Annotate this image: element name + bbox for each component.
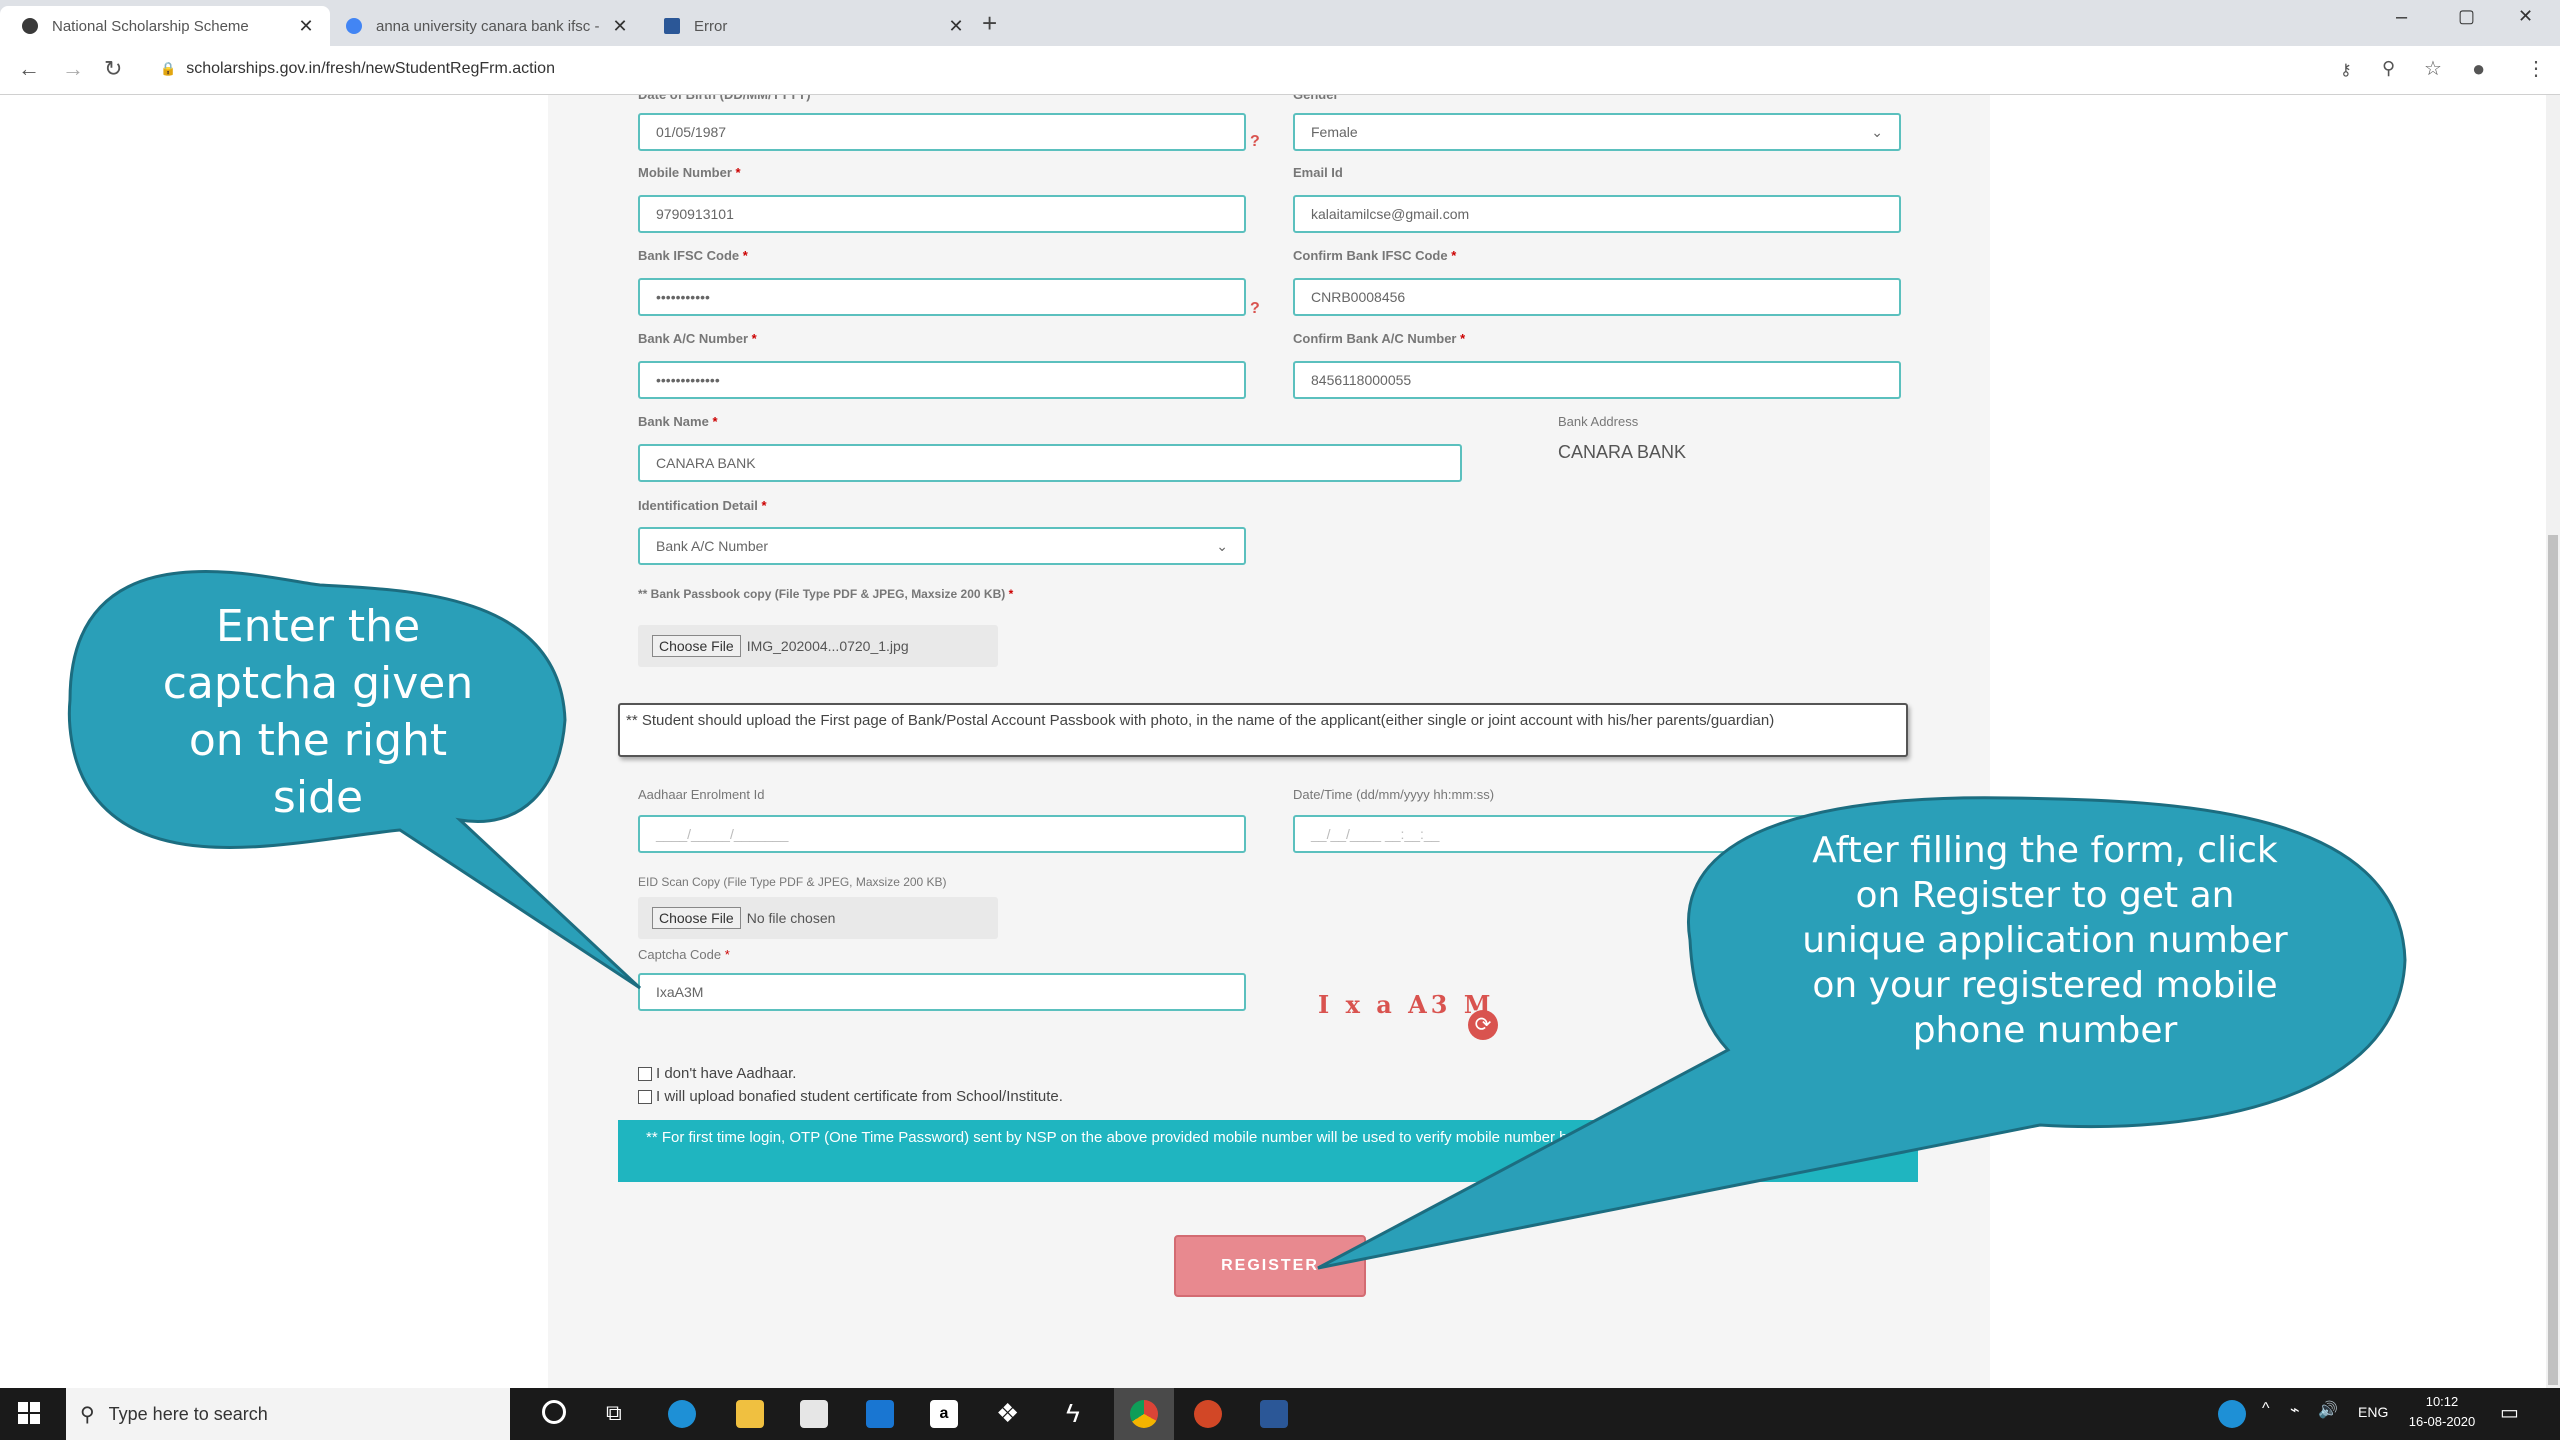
- search-icon: ⚲: [80, 1403, 95, 1426]
- amazon-icon[interactable]: a: [930, 1400, 958, 1428]
- language-indicator[interactable]: ENG: [2358, 1404, 2388, 1420]
- dropbox-icon[interactable]: ❖: [996, 1398, 1019, 1429]
- store-icon[interactable]: [800, 1400, 828, 1428]
- cortana-icon[interactable]: [542, 1400, 566, 1424]
- taskbar-search[interactable]: ⚲ Type here to search: [66, 1388, 510, 1440]
- file-explorer-icon[interactable]: [736, 1400, 764, 1428]
- winamp-icon[interactable]: ϟ: [1066, 1398, 1080, 1429]
- chevron-up-icon[interactable]: ^: [2262, 1400, 2270, 1418]
- chrome-taskbar-item[interactable]: [1114, 1388, 1174, 1440]
- right-callout-text: After filling the form, click on Registe…: [1802, 830, 2288, 1051]
- taskbar: ⚲ Type here to search ⧉ a ❖ ϟ ^ ⌁ 🔊 ENG …: [0, 1388, 2560, 1440]
- network-icon[interactable]: ⌁: [2290, 1400, 2300, 1420]
- powerpoint-icon[interactable]: [1194, 1400, 1222, 1428]
- mail-icon[interactable]: [866, 1400, 894, 1428]
- clock[interactable]: 10:12 16-08-2020: [2406, 1392, 2478, 1432]
- notifications-icon[interactable]: ▭: [2500, 1400, 2519, 1425]
- help-tray-icon[interactable]: [2218, 1400, 2246, 1428]
- edge-icon[interactable]: [668, 1400, 696, 1428]
- volume-icon[interactable]: 🔊: [2318, 1400, 2338, 1420]
- chrome-icon: [1130, 1400, 1158, 1428]
- windows-start-icon[interactable]: [18, 1402, 40, 1424]
- left-callout-text: Enter the captcha given on the right sid…: [162, 601, 474, 823]
- word-icon[interactable]: [1260, 1400, 1288, 1428]
- task-view-icon[interactable]: ⧉: [606, 1400, 622, 1426]
